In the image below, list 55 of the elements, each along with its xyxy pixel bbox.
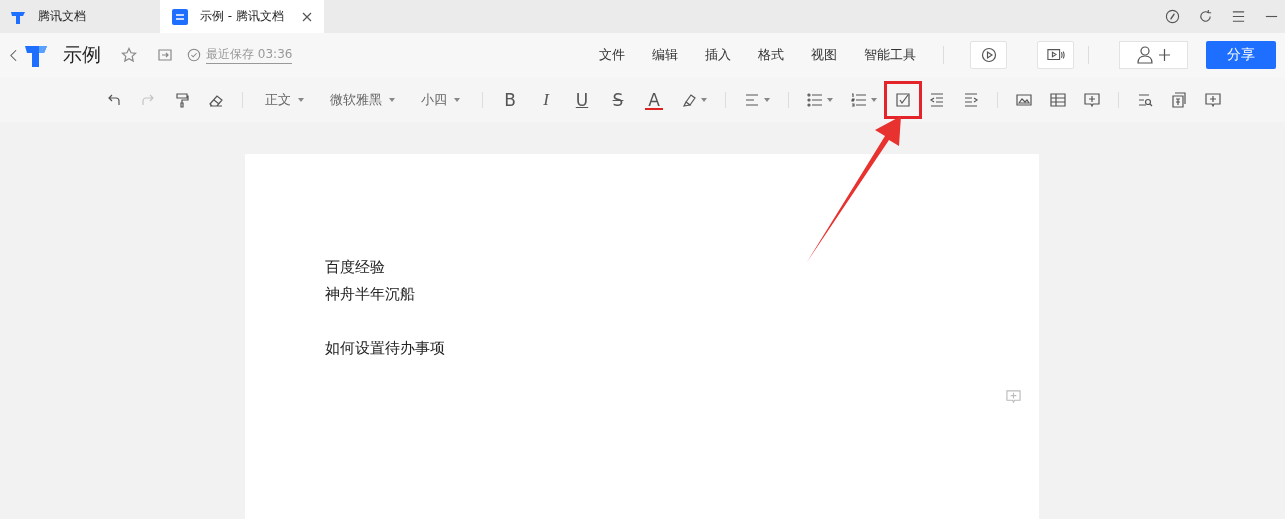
checkbox-icon[interactable] bbox=[884, 80, 922, 119]
underline-button[interactable]: U bbox=[573, 88, 591, 111]
caret-icon[interactable] bbox=[827, 97, 833, 102]
browser-tab[interactable]: 腾讯文档 bbox=[0, 0, 158, 33]
image-icon[interactable] bbox=[1016, 91, 1032, 108]
italic-button[interactable]: I bbox=[537, 88, 555, 111]
menu-item[interactable]: 文件 bbox=[599, 46, 625, 64]
paint-roller-icon[interactable] bbox=[174, 91, 190, 108]
share-button[interactable]: 分享 bbox=[1206, 41, 1276, 69]
compass-icon[interactable] bbox=[1165, 9, 1180, 24]
add-collaborator-button[interactable] bbox=[1119, 41, 1188, 69]
document-icon bbox=[172, 8, 188, 25]
align-left-icon[interactable] bbox=[744, 91, 760, 108]
close-icon[interactable] bbox=[302, 11, 312, 22]
check-circle-icon bbox=[187, 48, 201, 62]
find-icon[interactable] bbox=[1137, 91, 1153, 108]
bold-button[interactable]: B bbox=[501, 88, 519, 111]
translate-icon[interactable] bbox=[1171, 91, 1187, 108]
play-icon bbox=[979, 47, 998, 63]
document-title[interactable]: 示例 bbox=[63, 42, 101, 68]
add-comment-icon[interactable] bbox=[1084, 91, 1100, 108]
menu-item[interactable]: 智能工具 bbox=[864, 46, 916, 64]
add-comment-icon[interactable] bbox=[1205, 91, 1221, 108]
color-button[interactable]: A bbox=[645, 89, 663, 110]
menu-item[interactable]: 插入 bbox=[705, 46, 731, 64]
outdent-icon[interactable] bbox=[929, 91, 945, 108]
numbered-list-icon[interactable] bbox=[851, 91, 867, 108]
play-button[interactable] bbox=[970, 41, 1007, 69]
bulleted-list-icon[interactable] bbox=[807, 91, 823, 108]
back-icon[interactable] bbox=[10, 48, 17, 62]
refresh-icon[interactable] bbox=[1198, 9, 1213, 24]
indent-icon[interactable] bbox=[963, 91, 979, 108]
add-person-icon bbox=[1136, 46, 1171, 64]
style-dropdown[interactable]: 正文 bbox=[261, 90, 308, 109]
caret-icon[interactable] bbox=[701, 97, 707, 102]
paragraph-text: 神舟半年沉船 bbox=[325, 284, 416, 305]
paragraph-text: 如何设置待办事项 bbox=[325, 338, 446, 359]
menu-item[interactable]: 编辑 bbox=[652, 46, 678, 64]
menu-item[interactable]: 格式 bbox=[758, 46, 784, 64]
browser-tab[interactable]: 示例 - 腾讯文档 bbox=[160, 0, 324, 33]
menu-item[interactable]: 视图 bbox=[811, 46, 837, 64]
menu-icon[interactable] bbox=[1231, 9, 1246, 24]
style-dropdown[interactable]: 微软雅黑 bbox=[326, 90, 399, 109]
table-icon[interactable] bbox=[1050, 91, 1066, 108]
tab-title: 腾讯文档 bbox=[38, 8, 86, 25]
strike-button[interactable]: S bbox=[609, 88, 627, 111]
star-icon[interactable] bbox=[121, 47, 137, 63]
move-to-folder-icon[interactable] bbox=[157, 47, 173, 63]
caret-icon[interactable] bbox=[871, 97, 877, 102]
tab-title: 示例 - 腾讯文档 bbox=[200, 8, 284, 25]
style-dropdown[interactable]: 小四 bbox=[417, 90, 464, 109]
paragraph-text: 百度经验 bbox=[325, 257, 386, 278]
caret-icon[interactable] bbox=[764, 97, 770, 102]
screen-play-icon bbox=[1046, 47, 1065, 63]
presentation-button[interactable] bbox=[1037, 41, 1074, 69]
